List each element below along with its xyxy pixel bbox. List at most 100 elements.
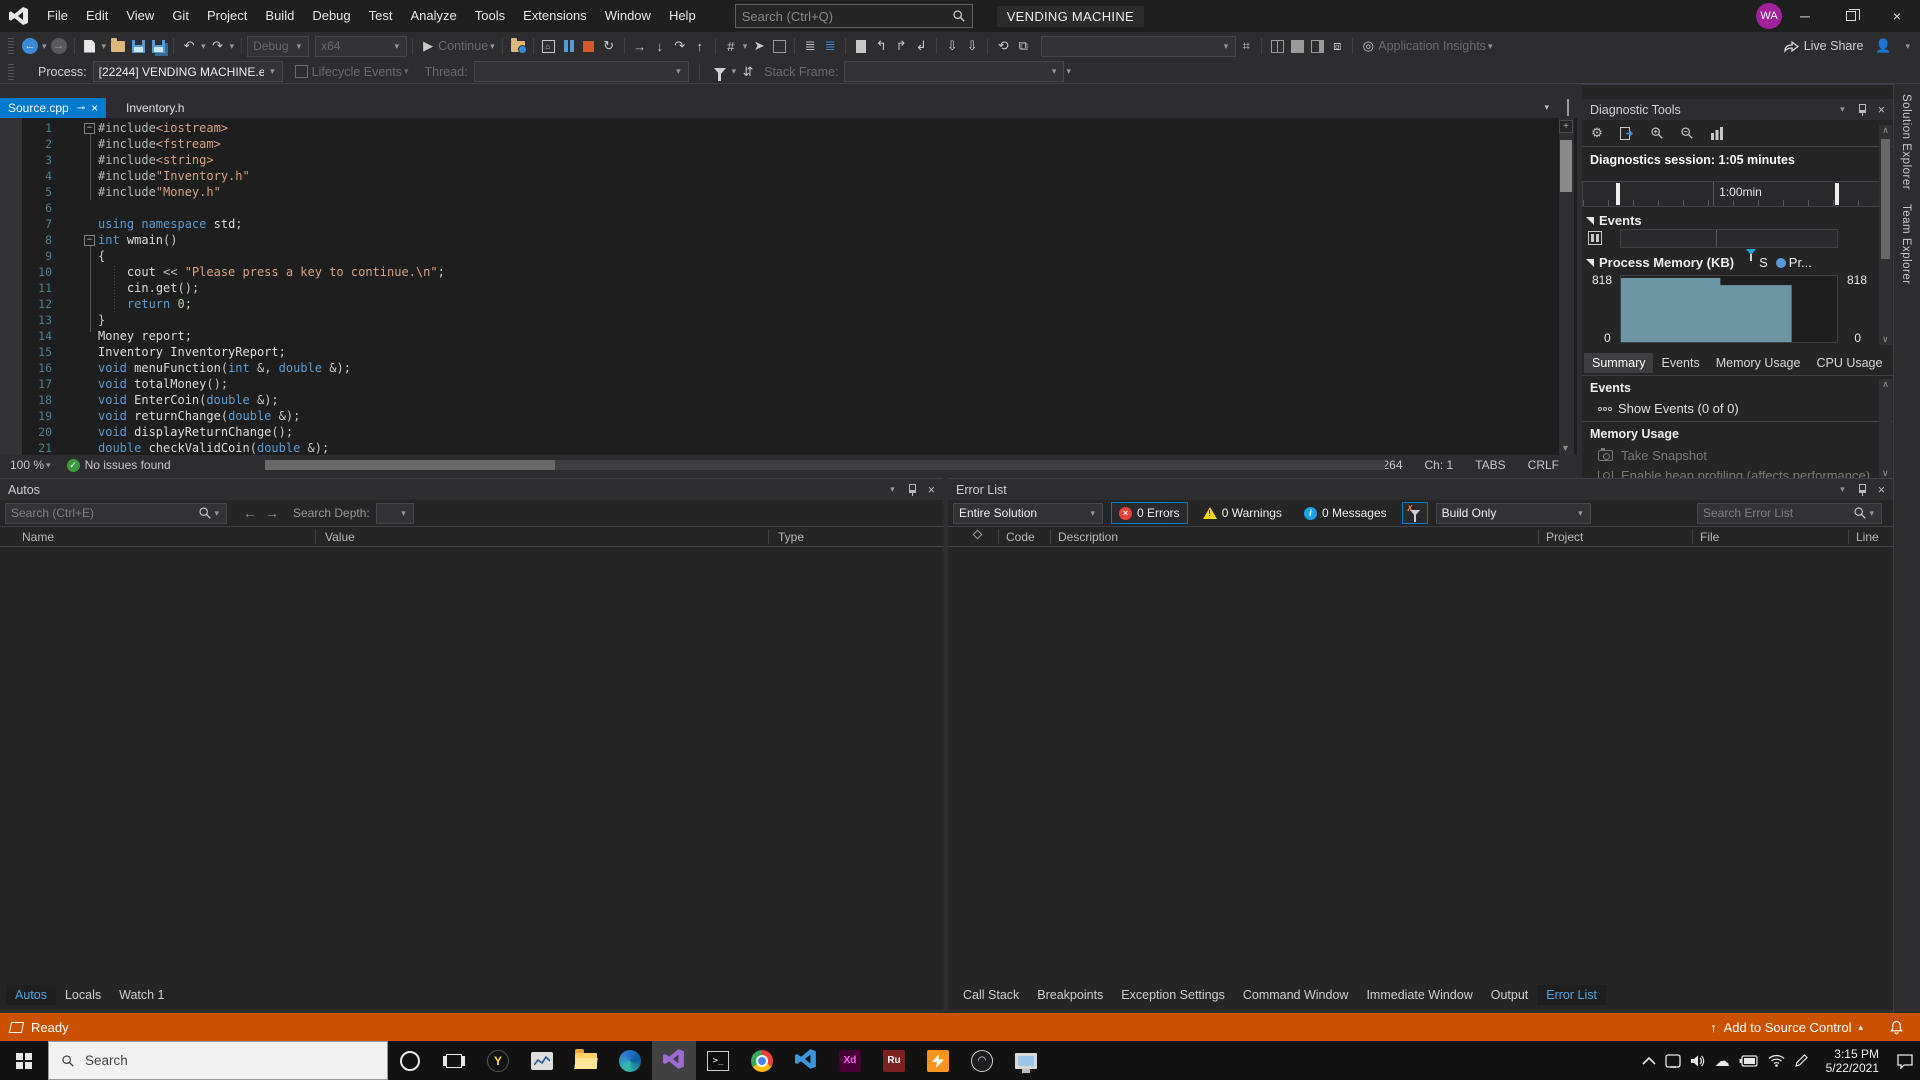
- autos-title-bar[interactable]: Autos ▾ ×: [0, 479, 943, 500]
- warnings-filter-button[interactable]: ! 0 Warnings: [1196, 502, 1289, 524]
- next-bookmark-button[interactable]: ↱: [892, 37, 910, 55]
- zoom-dropdown-icon[interactable]: ▾: [44, 460, 53, 471]
- step-out-button[interactable]: ↑: [691, 37, 709, 55]
- column-type[interactable]: Type: [778, 530, 804, 544]
- save-button[interactable]: [129, 37, 147, 55]
- save-data-button[interactable]: ⇩: [943, 37, 961, 55]
- autos-body[interactable]: [0, 547, 943, 983]
- error-list-body[interactable]: [948, 547, 1893, 983]
- close-icon[interactable]: ×: [1878, 483, 1885, 497]
- menu-project[interactable]: Project: [198, 0, 256, 32]
- continue-button[interactable]: Continue: [438, 39, 488, 53]
- issues-status[interactable]: No issues found: [85, 458, 171, 472]
- application-insights-button[interactable]: Application Insights: [1378, 39, 1486, 53]
- pen-icon[interactable]: [1794, 1053, 1809, 1068]
- code-line[interactable]: 15Inventory InventoryReport;: [0, 344, 1557, 360]
- editor-vertical-scrollbar[interactable]: + ▼: [1559, 118, 1574, 455]
- menu-file[interactable]: File: [38, 0, 77, 32]
- snip-tool-icon[interactable]: [1665, 1054, 1681, 1068]
- code-line[interactable]: 9{: [0, 248, 1557, 264]
- column-project[interactable]: Project: [1546, 530, 1583, 544]
- column-code[interactable]: Code: [1006, 530, 1035, 544]
- reset-view-chart-icon[interactable]: [1706, 124, 1728, 142]
- autos-search-box[interactable]: Search (Ctrl+E) ▾: [5, 503, 227, 524]
- tabs-indicator[interactable]: TABS: [1475, 458, 1505, 472]
- minimize-button[interactable]: ─: [1782, 0, 1828, 32]
- step-over-button[interactable]: ↷: [671, 37, 689, 55]
- back-dropdown-icon[interactable]: ▾: [40, 41, 49, 52]
- step-into-button[interactable]: ↓: [651, 37, 669, 55]
- eol-indicator[interactable]: CRLF: [1528, 458, 1559, 472]
- tab-exception-settings[interactable]: Exception Settings: [1112, 985, 1234, 1005]
- menu-extensions[interactable]: Extensions: [514, 0, 596, 32]
- tab-immediate-window[interactable]: Immediate Window: [1357, 985, 1481, 1005]
- column-line[interactable]: Line: [1856, 530, 1879, 544]
- prev-bookmark-button[interactable]: ↰: [872, 37, 890, 55]
- navigate-back-button[interactable]: ←: [21, 37, 39, 55]
- pin-icon[interactable]: [909, 484, 916, 493]
- start-button[interactable]: [0, 1041, 48, 1080]
- lifecycle-events-button[interactable]: Lifecycle Events: [312, 65, 402, 79]
- add-to-source-control-button[interactable]: ↑ Add to Source Control ▴: [1710, 1020, 1863, 1035]
- adobe-xd-icon[interactable]: Xd: [828, 1041, 872, 1080]
- save-all-data-button[interactable]: ⇩: [963, 37, 981, 55]
- editor-horizontal-scrollbar[interactable]: [265, 460, 1385, 470]
- code-line[interactable]: 18void EnterCoin(double &);: [0, 392, 1557, 408]
- menu-analyze[interactable]: Analyze: [401, 0, 465, 32]
- menu-window[interactable]: Window: [596, 0, 660, 32]
- tab-command-window[interactable]: Command Window: [1234, 985, 1358, 1005]
- hex-dropdown-icon[interactable]: ▾: [741, 41, 750, 52]
- decrease-indent-button[interactable]: ≣: [801, 37, 819, 55]
- hidden-icons-chevron-icon[interactable]: [1642, 1056, 1656, 1065]
- feedback-dropdown-icon[interactable]: ▾: [1903, 41, 1912, 52]
- code-line[interactable]: 8−int wmain(): [0, 232, 1557, 248]
- thread-filter-dropdown-icon[interactable]: ▾: [730, 66, 739, 77]
- show-events-link[interactable]: Show Events (0 of 0): [1598, 401, 1739, 416]
- restart-button[interactable]: ↻: [600, 37, 618, 55]
- chrome-icon[interactable]: [740, 1041, 784, 1080]
- window-position-icon[interactable]: ▾: [1838, 104, 1847, 115]
- diagnostics-scrollbar-lower[interactable]: ∧ ∨: [1879, 379, 1892, 479]
- orange-app-icon[interactable]: [916, 1041, 960, 1080]
- perfmon-app-icon[interactable]: [520, 1041, 564, 1080]
- onedrive-cloud-icon[interactable]: ☁: [1715, 1052, 1730, 1070]
- code-line[interactable]: 5#include"Money.h": [0, 184, 1557, 200]
- tab-watch-1[interactable]: Watch 1: [110, 985, 173, 1005]
- memory-section-header[interactable]: Process Memory (KB) S Pr...: [1586, 255, 1812, 270]
- thread-combo[interactable]: ▾: [474, 61, 689, 82]
- clock-app-icon[interactable]: Y: [476, 1041, 520, 1080]
- break-all-button[interactable]: [560, 37, 578, 55]
- tab-error-list[interactable]: Error List: [1537, 985, 1606, 1005]
- close-icon[interactable]: ×: [928, 483, 935, 497]
- undo-dropdown-icon[interactable]: ▾: [199, 41, 208, 52]
- xml-visualizer-button[interactable]: ⧉: [1014, 37, 1032, 55]
- code-line[interactable]: 2#include<fstream>: [0, 136, 1557, 152]
- diagnostics-title-bar[interactable]: Diagnostic Tools ▾ ×: [1582, 99, 1893, 120]
- toggle-bookmark-button[interactable]: [852, 37, 870, 55]
- user-avatar[interactable]: WA: [1756, 3, 1782, 29]
- errors-filter-button[interactable]: × 0 Errors: [1111, 502, 1188, 524]
- restore-button[interactable]: [1828, 0, 1874, 32]
- application-insights-dropdown-icon[interactable]: ▾: [1486, 41, 1495, 52]
- code-line[interactable]: 10 cout << "Please press a key to contin…: [0, 264, 1557, 280]
- edge-icon[interactable]: [608, 1041, 652, 1080]
- monitor-app-icon[interactable]: [1004, 1041, 1048, 1080]
- tab-inventory-h[interactable]: Inventory.h: [118, 98, 192, 118]
- tab-output[interactable]: Output: [1482, 985, 1538, 1005]
- split-layout-button[interactable]: [1268, 37, 1286, 55]
- stack-frame-combo[interactable]: ▾: [844, 61, 1064, 82]
- events-section-header[interactable]: Events: [1586, 213, 1642, 228]
- stack-frames-icon[interactable]: ⇵: [739, 63, 757, 81]
- fold-collapse-icon[interactable]: −: [84, 123, 95, 134]
- column-indicator[interactable]: Ch: 1: [1425, 458, 1454, 472]
- code-line[interactable]: 11 cin.get();: [0, 280, 1557, 296]
- visual-studio-blue-icon[interactable]: [784, 1041, 828, 1080]
- window-position-icon[interactable]: ▾: [1838, 484, 1847, 495]
- package-button[interactable]: ⧈: [1328, 37, 1346, 55]
- scroll-down-icon[interactable]: ▼: [1561, 443, 1570, 453]
- menu-test[interactable]: Test: [360, 0, 402, 32]
- code-line[interactable]: 1−#include<iostream>: [0, 120, 1557, 136]
- split-editor-button[interactable]: +: [1559, 120, 1573, 133]
- visual-studio-icon[interactable]: [652, 1041, 696, 1080]
- code-window-button[interactable]: [770, 37, 788, 55]
